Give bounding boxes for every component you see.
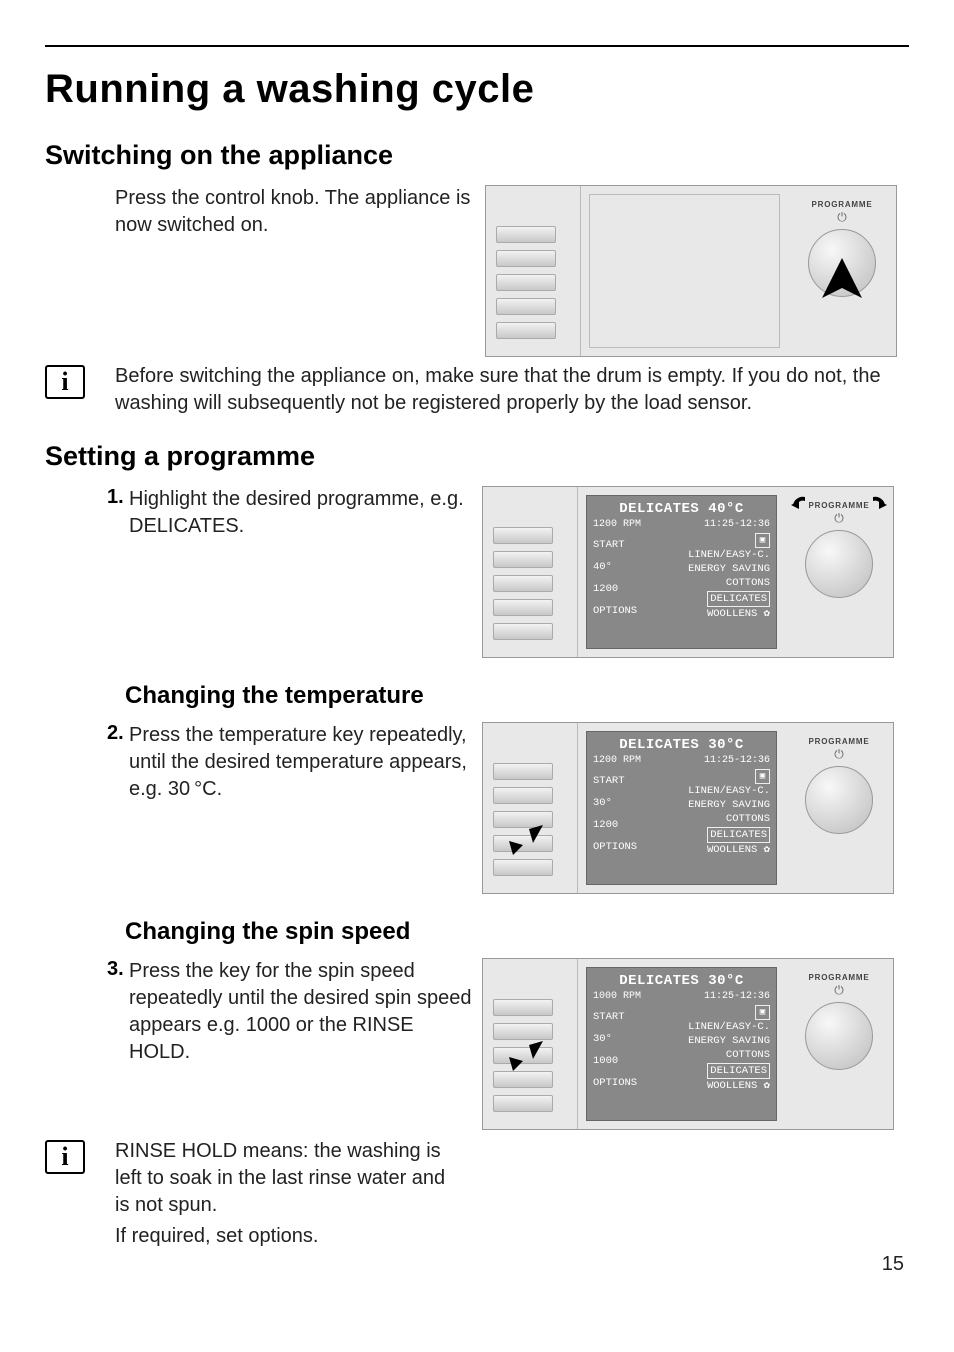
control-knob	[805, 530, 873, 598]
control-knob	[808, 229, 876, 297]
page-number: 15	[882, 1253, 904, 1276]
programme-label: PROGRAMME	[809, 501, 870, 510]
screen-left-list: START 30° 1000 OPTIONS	[593, 1006, 637, 1094]
panel-button	[493, 527, 553, 544]
page-title: Running a washing cycle	[45, 67, 909, 112]
panel-screen-temperature: DELICATES 30°C 1200 RPM 11:25-12:36 STAR…	[586, 731, 777, 885]
screen-time: 11:25-12:36	[704, 519, 770, 530]
control-knob	[805, 1002, 873, 1070]
hand-press-arrow-icon	[503, 1033, 547, 1077]
timer-icon: ▣	[755, 769, 770, 784]
panel-button	[496, 274, 556, 291]
panel-screen-programme: DELICATES 40°C 1200 RPM 11:25-12:36 STAR…	[586, 495, 777, 649]
step-number-2: 2.	[107, 722, 124, 744]
panel-button	[496, 322, 556, 339]
step-text-2: Press the temperature key repeatedly, un…	[129, 722, 472, 803]
info-icon	[45, 1140, 85, 1174]
timer-icon: ▣	[755, 533, 770, 548]
heading-programme: Setting a programme	[45, 441, 909, 472]
screen-title: DELICATES 30°C	[593, 973, 770, 989]
panel-button	[496, 298, 556, 315]
panel-button	[493, 623, 553, 640]
panel-button	[496, 250, 556, 267]
power-icon: ⏻	[834, 512, 844, 524]
step-text-1: Highlight the desired programme, e.g. DE…	[129, 486, 472, 540]
control-knob	[805, 766, 873, 834]
rotate-left-arrow-icon	[791, 495, 811, 515]
panel-button	[493, 787, 553, 804]
heading-switching: Switching on the appliance	[45, 140, 909, 171]
panel-button	[493, 1095, 553, 1112]
panel-button	[493, 551, 553, 568]
screen-title: DELICATES 40°C	[593, 501, 770, 517]
press-arrow-icon	[819, 256, 865, 302]
wool-icon: ✿	[764, 608, 770, 620]
rotate-right-arrow-icon	[867, 495, 887, 515]
programme-label: PROGRAMME	[812, 200, 873, 209]
power-icon: ⏻	[834, 748, 844, 760]
power-icon: ⏻	[837, 211, 847, 223]
hand-press-arrow-icon	[503, 817, 547, 861]
panel-illustration-spin: DELICATES 30°C 1000 RPM 11:25-12:36 STAR…	[482, 958, 894, 1130]
programme-label: PROGRAMME	[809, 737, 870, 746]
panel-illustration-power: PROGRAMME ⏻	[485, 185, 897, 357]
wool-icon: ✿	[764, 1080, 770, 1092]
panel-illustration-programme: DELICATES 40°C 1200 RPM 11:25-12:36 STAR…	[482, 486, 894, 658]
panel-button	[493, 859, 553, 876]
screen-left-list: START 40° 1200 OPTIONS	[593, 534, 637, 622]
panel-illustration-temperature: DELICATES 30°C 1200 RPM 11:25-12:36 STAR…	[482, 722, 894, 894]
info-icon	[45, 365, 85, 399]
step-number-3: 3.	[107, 958, 124, 980]
spin-extra: If required, set options.	[115, 1223, 460, 1250]
panel-button	[493, 575, 553, 592]
step-text-3: Press the key for the spin speed repeate…	[129, 958, 472, 1066]
screen-time: 11:25-12:36	[704, 755, 770, 766]
programme-label: PROGRAMME	[809, 973, 870, 982]
switching-para1: Press the control knob. The appliance is…	[115, 185, 475, 239]
timer-icon: ▣	[755, 1005, 770, 1020]
screen-rpm: 1000 RPM	[593, 991, 641, 1002]
panel-button	[493, 599, 553, 616]
screen-rpm: 1200 RPM	[593, 519, 641, 530]
screen-rpm: 1200 RPM	[593, 755, 641, 766]
screen-title: DELICATES 30°C	[593, 737, 770, 753]
power-icon: ⏻	[834, 984, 844, 996]
heading-temperature: Changing the temperature	[125, 682, 909, 710]
panel-button	[493, 999, 553, 1016]
panel-button	[493, 763, 553, 780]
switching-para2: Before switching the appliance on, make …	[115, 363, 909, 417]
heading-spin: Changing the spin speed	[125, 918, 909, 946]
step-number-1: 1.	[107, 486, 124, 508]
panel-screen-spin: DELICATES 30°C 1000 RPM 11:25-12:36 STAR…	[586, 967, 777, 1121]
screen-time: 11:25-12:36	[704, 991, 770, 1002]
panel-screen-blank	[589, 194, 780, 348]
spin-info: RINSE HOLD means: the washing is left to…	[115, 1138, 460, 1219]
wool-icon: ✿	[764, 844, 770, 856]
screen-left-list: START 30° 1200 OPTIONS	[593, 770, 637, 858]
panel-button	[496, 226, 556, 243]
